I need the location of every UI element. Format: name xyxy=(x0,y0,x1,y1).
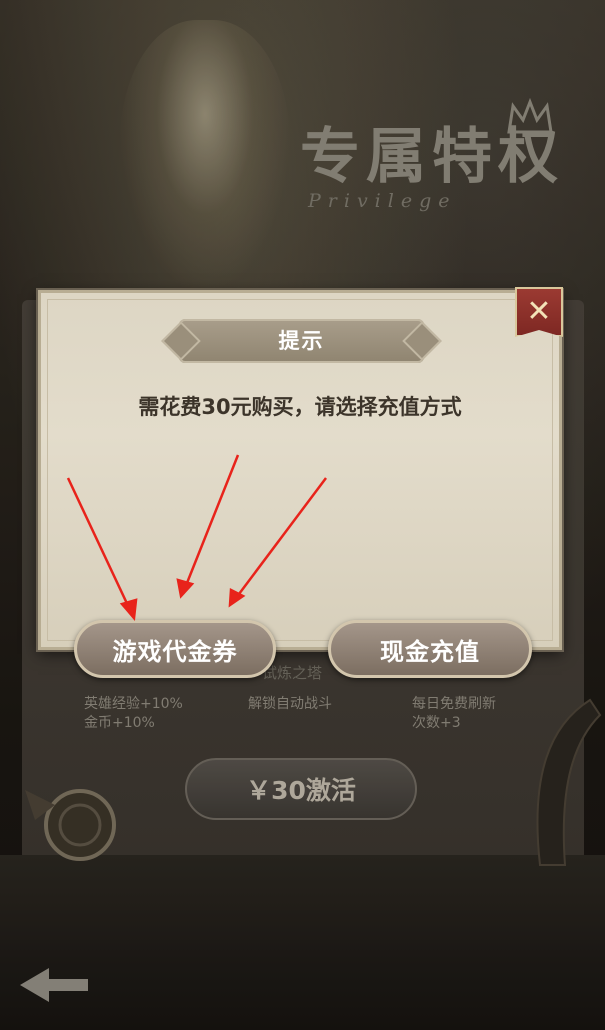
dialog-header: 提示 xyxy=(179,319,424,363)
close-button[interactable]: ✕ xyxy=(515,287,563,337)
dialog-message: 需花费30元购买，请选择充值方式 xyxy=(138,395,462,419)
tip-dialog: 提示 需花费30元购买，请选择充值方式 ✕ xyxy=(38,287,563,650)
close-icon: ✕ xyxy=(526,294,552,329)
cash-pay-button[interactable]: 现金充值 xyxy=(328,620,532,678)
voucher-pay-button[interactable]: 游戏代金券 xyxy=(74,620,276,678)
dialog-title: 提示 xyxy=(278,329,325,353)
